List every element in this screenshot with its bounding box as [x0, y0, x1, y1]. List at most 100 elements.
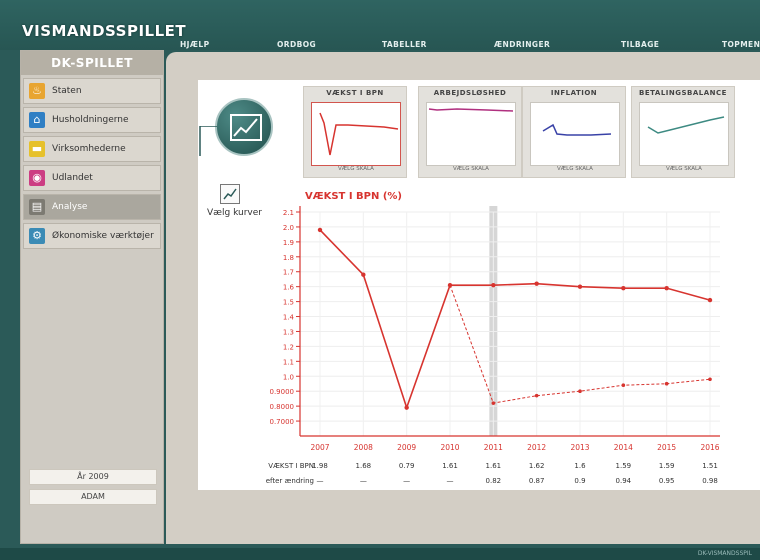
- data-point: [534, 281, 539, 286]
- thumb-betalingsbalance[interactable]: BETALINGSBALANCE VÆLG SKALA: [631, 86, 735, 178]
- table-cell: 0.87: [528, 477, 545, 485]
- x-tick-label: 2016: [700, 443, 719, 452]
- sidebar: DK-SPILLET ♨ Staten ⌂ Husholdningerne ▬ …: [20, 50, 164, 544]
- growth-line-chart: 2.1 2.0 1.9 1.8 1.7 1.6 1.5 1.4 1.3 1.2 1.1 1.0 0.90…: [270, 206, 720, 452]
- data-point: [361, 272, 366, 277]
- nav-ordbog[interactable]: ORDBOG: [277, 40, 316, 49]
- x-tick-label: 2009: [397, 443, 416, 452]
- x-tick-label: 2010: [440, 443, 459, 452]
- house-icon: ⌂: [29, 112, 45, 128]
- thumb-chart: [426, 102, 516, 166]
- table-cell: 1.98: [312, 462, 328, 470]
- y-tick-label: 2.1: [283, 209, 294, 217]
- table-cell: 0.82: [485, 477, 502, 485]
- sidebar-item-label: Analyse: [52, 202, 88, 212]
- y-tick-label: 1.5: [283, 299, 294, 307]
- thumb-title: INFLATION: [550, 89, 598, 97]
- data-point: [621, 285, 626, 291]
- y-tick-label: 1.7: [283, 269, 294, 277]
- app-logo: VISMANDSSPILLET: [22, 22, 187, 40]
- copyright-text: DK-VISMANDSSPIL: [697, 550, 752, 557]
- table-cell: 1.6: [574, 462, 586, 470]
- nav-tilbage[interactable]: TILBAGE: [621, 40, 659, 49]
- data-point: [664, 381, 669, 386]
- thumb-chart: [639, 102, 729, 166]
- flame-icon: ♨: [29, 83, 45, 99]
- data-point: [491, 401, 496, 405]
- nav-hjaelp[interactable]: HJÆLP: [180, 40, 209, 49]
- x-tick-label: 2011: [484, 443, 503, 452]
- graph-icon: ▤: [29, 199, 45, 215]
- data-point: [491, 282, 496, 288]
- nav-aendringer[interactable]: ÆNDRINGER: [494, 40, 550, 49]
- x-tick-label: 2013: [570, 443, 589, 452]
- main-nav: HJÆLP ORDBOG TABELLER ÆNDRINGER TILBAGE …: [0, 40, 760, 50]
- nav-tabeller[interactable]: TABELLER: [382, 40, 427, 49]
- table-cell: 1.61: [442, 462, 458, 470]
- sidebar-item-label: Virksomhederne: [52, 144, 126, 154]
- thumb-scale-button[interactable]: VÆLG SKALA: [523, 166, 627, 172]
- year-display: År 2009: [29, 469, 157, 485]
- thumb-arbejdsloshed[interactable]: ARBEJDSLØSHED VÆLG SKALA: [418, 86, 522, 178]
- data-point: [664, 285, 669, 291]
- nav-topmeni[interactable]: TOPMENI: [722, 40, 760, 49]
- y-tick-label: 1.4: [283, 314, 295, 322]
- sidebar-item-analyse[interactable]: ▤ Analyse: [23, 194, 161, 220]
- table-cell: —: [403, 477, 411, 485]
- factory-icon: ▬: [29, 141, 45, 157]
- table-cell: 0.94: [615, 477, 632, 485]
- data-point: [707, 297, 713, 303]
- gear-icon: ⚙: [29, 228, 45, 244]
- table-cell: 0.79: [398, 462, 415, 470]
- table-cell: 1.59: [658, 462, 675, 470]
- data-point: [534, 393, 539, 398]
- thumb-title: ARBEJDSLØSHED: [433, 89, 507, 97]
- data-point: [708, 377, 712, 382]
- data-point: [404, 405, 409, 410]
- sidebar-item-husholdningerne[interactable]: ⌂ Husholdningerne: [23, 107, 161, 133]
- sidebar-item-vaerktoejer[interactable]: ⚙ Økonomiske værktøjer: [23, 223, 161, 249]
- y-tick-label: 0.8000: [270, 403, 295, 411]
- table-cell: —: [359, 477, 367, 485]
- y-tick-label: 1.0: [283, 373, 294, 381]
- thumb-chart: [311, 102, 401, 166]
- thumb-chart: [530, 102, 620, 166]
- table-cell: 0.95: [658, 477, 675, 485]
- table-cell: 1.61: [485, 462, 502, 470]
- sidebar-item-staten[interactable]: ♨ Staten: [23, 78, 161, 104]
- table-cell: 0.9: [574, 477, 586, 485]
- thumb-scale-button[interactable]: VÆLG SKALA: [632, 166, 736, 172]
- thumb-scale-button[interactable]: VÆLG SKALA: [304, 166, 408, 172]
- x-tick-label: 2014: [614, 443, 633, 452]
- thumb-vaekst-bpn[interactable]: VÆKST I BPN VÆLG SKALA: [303, 86, 407, 178]
- globe-icon: ◉: [29, 170, 45, 186]
- connector-line: [199, 126, 217, 156]
- y-tick-label: 1.2: [283, 343, 294, 351]
- y-tick-label: 0.7000: [270, 418, 295, 426]
- player-name: ADAM: [29, 489, 157, 505]
- y-tick-label: 1.9: [283, 239, 294, 247]
- y-tick-label: 1.8: [283, 254, 294, 262]
- data-point: [578, 389, 582, 393]
- thumb-title: BETALINGSBALANCE: [639, 89, 727, 97]
- sidebar-item-udlandet[interactable]: ◉ Udlandet: [23, 165, 161, 191]
- table-row: efter ændring — — — —0.82 0.87 0.9 0.94 0.95 0.9…: [258, 477, 718, 491]
- choose-curves-icon[interactable]: [220, 184, 240, 204]
- y-tick-label: 0.9000: [270, 388, 295, 396]
- sidebar-item-virksomhederne[interactable]: ▬ Virksomhederne: [23, 136, 161, 162]
- table-cell: 1.51: [702, 462, 718, 470]
- x-tick-label: 2007: [310, 443, 329, 452]
- y-tick-label: 1.6: [283, 284, 295, 292]
- y-tick-label: 1.3: [283, 328, 294, 336]
- sidebar-item-label: Husholdningerne: [52, 115, 129, 125]
- table-cell: 1.68: [355, 462, 372, 470]
- data-point: [317, 227, 323, 233]
- thumb-scale-button[interactable]: VÆLG SKALA: [419, 166, 523, 172]
- thumb-title: VÆKST I BPN: [326, 89, 384, 97]
- x-tick-label: 2008: [354, 443, 373, 452]
- table-row: VÆKST I BPN 1.98 1.68 0.79 1.61 1.61 1.62 1.6 1…: [258, 462, 718, 476]
- y-tick-label: 1.1: [283, 358, 294, 366]
- thumb-inflation[interactable]: INFLATION VÆLG SKALA: [522, 86, 626, 178]
- sidebar-item-label: Staten: [52, 86, 82, 96]
- data-point: [621, 383, 626, 388]
